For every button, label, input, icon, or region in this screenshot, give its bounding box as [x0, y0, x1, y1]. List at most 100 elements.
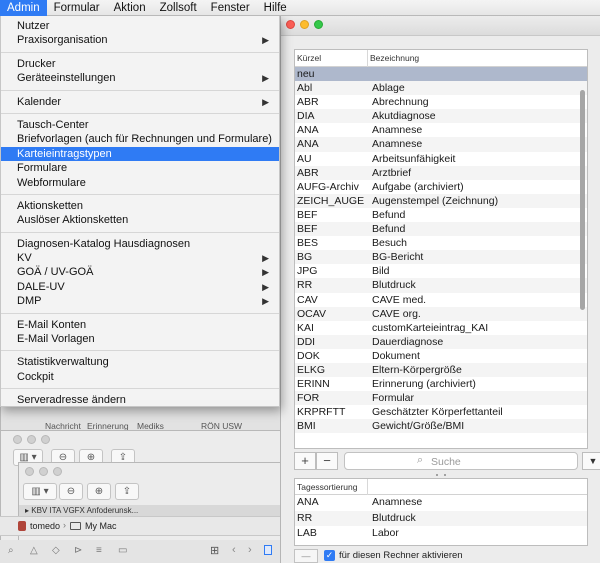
remove-sort-button[interactable]: — [294, 549, 318, 563]
table-row[interactable]: RR Blutdruck [295, 510, 587, 526]
menu-item-aktionsketten[interactable]: Aktionsketten [1, 199, 279, 213]
diamond-icon[interactable]: ◇ [52, 545, 60, 556]
path-item-tomedo[interactable]: tomedo [30, 521, 60, 531]
table-row[interactable]: BEF Befund [295, 208, 587, 222]
menu-item-kv[interactable]: KV ▶ [1, 251, 279, 265]
table-row[interactable]: KRPRFTT Geschätzter Körperfettanteil [295, 405, 587, 419]
table-row[interactable]: FOR Formular [295, 391, 587, 406]
table-row[interactable]: BEF Befund [295, 222, 587, 237]
path-item-my-mac[interactable]: My Mac [85, 521, 117, 531]
table-row[interactable]: BES Besuch [295, 236, 587, 250]
table-row[interactable]: AUFG-Archiv Aufgabe (archiviert) [295, 180, 587, 194]
menu-item-goa-uv-goa[interactable]: GOÄ / UV-GOÄ ▶ [1, 265, 279, 279]
menu-item-webformulare[interactable]: Webformulare [1, 176, 279, 190]
zoom-icon[interactable] [41, 435, 50, 444]
activate-checkbox[interactable]: ✓ [324, 550, 335, 561]
menu-item-tausch-center[interactable]: Tausch-Center [1, 118, 279, 132]
menu-item-cockpit[interactable]: Cockpit [1, 370, 279, 384]
table-row[interactable]: Abl Ablage [295, 81, 587, 96]
menu-admin[interactable]: Admin [0, 0, 47, 16]
warning-icon[interactable]: △ [30, 545, 38, 556]
menu-hilfe[interactable]: Hilfe [257, 0, 294, 16]
table-row[interactable]: ANA Anamnese [295, 495, 587, 511]
menu-item-praxisorganisation[interactable]: Praxisorganisation ▶ [1, 33, 279, 47]
column-header-bezeichnung[interactable]: Bezeichnung [368, 50, 419, 67]
add-button[interactable]: + [294, 452, 316, 470]
table-row[interactable]: ELKG Eltern-Körpergröße [295, 362, 587, 378]
options-menu-button[interactable]: ▼ [582, 452, 600, 470]
minimize-icon[interactable] [39, 467, 48, 476]
menu-item-ausloser-aktionsketten[interactable]: Auslöser Aktionsketten [1, 213, 279, 227]
menu-aktion[interactable]: Aktion [107, 0, 153, 16]
menu-item-e-mail-konten[interactable]: E-Mail Konten [1, 318, 279, 332]
cell-bezeichnung [370, 67, 580, 81]
close-icon[interactable] [13, 435, 22, 444]
sidebar-toggle-icon[interactable]: ▥ ▾ [23, 483, 57, 500]
menu-item-kalender[interactable]: Kalender ▶ [1, 95, 279, 109]
menu-item-briefvorlagen-auch-fur-rechnungen-und-formulare[interactable]: Briefvorlagen (auch für Rechnungen und F… [1, 132, 279, 146]
minimize-icon[interactable] [300, 20, 309, 29]
table-row[interactable]: DIA Akutdiagnose [295, 109, 587, 124]
zoom-icon[interactable] [53, 467, 62, 476]
table-row[interactable]: neu [295, 67, 587, 82]
handle-dot [436, 474, 438, 476]
share-icon[interactable]: ⇪ [115, 483, 139, 500]
remove-button[interactable]: − [316, 452, 338, 470]
minimize-icon[interactable] [27, 435, 36, 444]
table-row[interactable]: RR Blutdruck [295, 278, 587, 293]
table-row[interactable]: ERINN Erinnerung (archiviert) [295, 377, 587, 391]
lines-icon[interactable]: ≡ [96, 545, 102, 556]
document-icon[interactable] [264, 545, 272, 555]
column-header-name[interactable] [368, 479, 370, 495]
zoom-out-icon[interactable]: ⊖ [59, 483, 83, 500]
table-row[interactable]: DDI Dauerdiagnose [295, 334, 587, 349]
close-icon[interactable] [286, 20, 295, 29]
background-window-2-controls [25, 467, 62, 476]
zoom-in-icon[interactable]: ⊕ [87, 483, 111, 500]
table-row[interactable]: AU Arbeitsunfähigkeit [295, 152, 587, 166]
label-icon[interactable]: ⊳ [74, 545, 82, 556]
table-row[interactable]: LAB Labor [295, 526, 587, 542]
forward-icon[interactable]: › [248, 544, 252, 556]
table-row[interactable]: OCAV CAVE org. [295, 306, 587, 321]
menu-item-diagnosen-katalog-hausdiagnosen[interactable]: Diagnosen-Katalog Hausdiagnosen [1, 237, 279, 251]
table-row[interactable]: KAI customKarteieintrag_KAI [295, 321, 587, 335]
column-header-tagessortierung[interactable]: Tagessortierung [295, 479, 368, 495]
menu-item-karteieintragstypen[interactable]: Karteieintragstypen [1, 146, 279, 162]
menu-zollsoft[interactable]: Zollsoft [153, 0, 204, 16]
table-row[interactable]: JPG Bild [295, 264, 587, 278]
message-icon[interactable]: ▭ [118, 545, 127, 556]
menu-item-formulare[interactable]: Formulare [1, 161, 279, 175]
column-header-kuerzel[interactable]: Kürzel [295, 50, 368, 67]
table-row[interactable]: ANA Anamnese [295, 123, 587, 137]
table-row[interactable]: ANA Anamnese [295, 137, 587, 152]
table-row[interactable]: BG BG-Bericht [295, 250, 587, 265]
menu-item-serveradresse-andern[interactable]: Serveradresse ändern [1, 393, 279, 407]
menu-item-dale-uv[interactable]: DALE-UV ▶ [1, 280, 279, 294]
table-row[interactable]: CAV CAVE med. [295, 293, 587, 307]
vertical-scrollbar[interactable] [580, 90, 585, 310]
back-icon[interactable]: ‹ [232, 544, 236, 556]
chevron-right-icon: › [63, 520, 66, 530]
menu-item-dmp[interactable]: DMP ▶ [1, 294, 279, 308]
menu-item-gerateeinstellungen[interactable]: Geräteeinstellungen ▶ [1, 71, 279, 85]
grid-icon[interactable]: ⊞ [210, 544, 219, 557]
search-input[interactable] [431, 455, 551, 468]
table-row[interactable]: DOK Dokument [295, 349, 587, 363]
activation-bar: — ✓ für diesen Rechner aktivieren [294, 549, 588, 563]
search-icon[interactable]: ⌕ [8, 545, 14, 556]
table-row[interactable]: ABR Abrechnung [295, 95, 587, 109]
search-field[interactable]: ⌕ [344, 452, 578, 470]
menu-item-e-mail-vorlagen[interactable]: E-Mail Vorlagen [1, 332, 279, 346]
table-row[interactable]: ZEICH_AUGE Augenstempel (Zeichnung) [295, 193, 587, 208]
menu-item-drucker[interactable]: Drucker [1, 57, 279, 71]
cell-kuerzel: ELKG [297, 363, 326, 376]
menu-fenster[interactable]: Fenster [204, 0, 257, 16]
close-icon[interactable] [25, 467, 34, 476]
table-row[interactable]: ABR Arztbrief [295, 165, 587, 180]
menu-item-statistikverwaltung[interactable]: Statistikverwaltung [1, 355, 279, 369]
menu-item-nutzer[interactable]: Nutzer [1, 19, 279, 33]
table-row[interactable]: BMI Gewicht/Größe/BMI [295, 419, 587, 434]
zoom-icon[interactable] [314, 20, 323, 29]
menu-formular[interactable]: Formular [47, 0, 107, 16]
